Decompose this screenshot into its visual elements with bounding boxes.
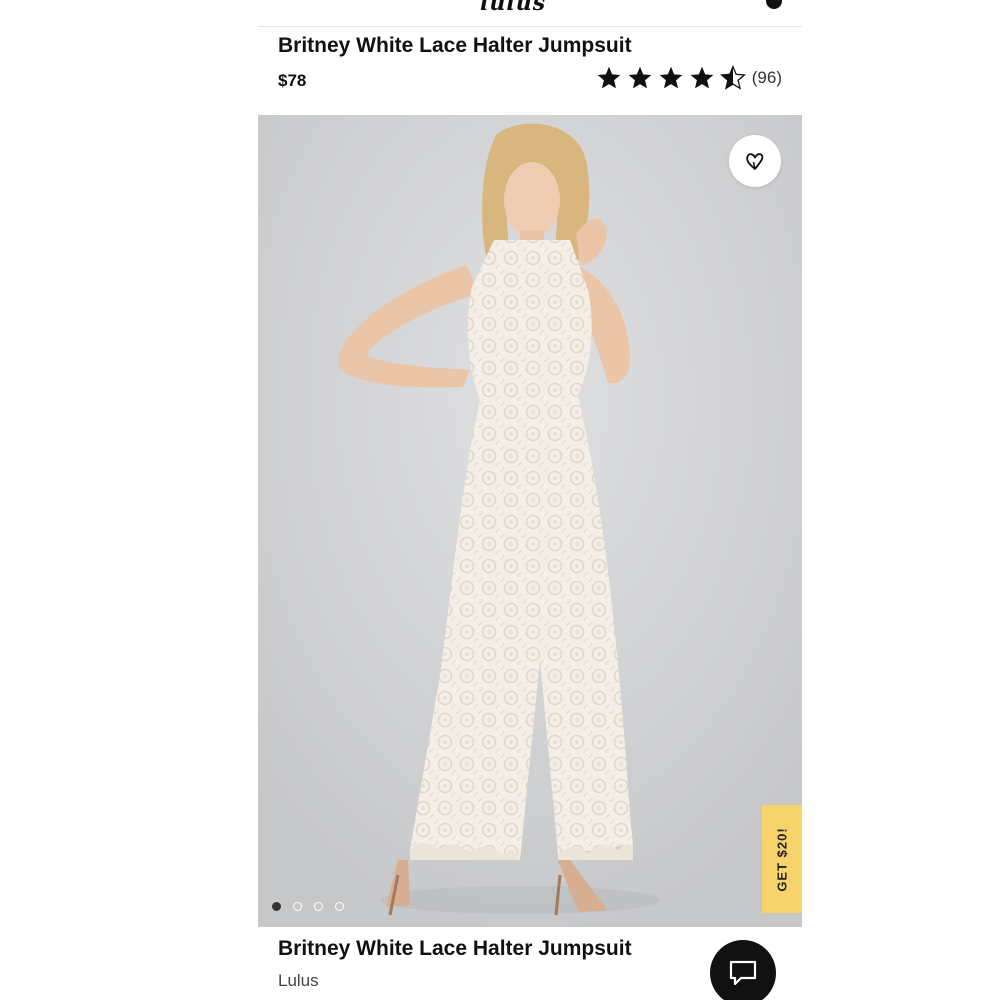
star-full-icon (690, 66, 714, 89)
product-page: lulus Britney White Lace Halter Jumpsuit… (0, 0, 1000, 1000)
promo-tab[interactable]: GET $20! (762, 805, 802, 913)
gallery-dot-2[interactable] (293, 902, 302, 911)
heart-icon (746, 153, 764, 170)
gallery-dot-3[interactable] (314, 902, 323, 911)
product-image-gallery[interactable]: GET $20! (258, 115, 802, 927)
product-title: Britney White Lace Halter Jumpsuit (278, 34, 632, 57)
star-half-icon (719, 65, 746, 90)
gallery-pagination (272, 902, 344, 911)
promo-label: GET $20! (774, 826, 790, 892)
site-logo[interactable]: lulus (480, 0, 546, 16)
product-card-brand: Lulus (278, 971, 319, 990)
product-header: Britney White Lace Halter Jumpsuit $78 (… (278, 30, 782, 100)
star-full-icon (597, 66, 621, 89)
chat-icon (729, 960, 757, 986)
wishlist-button[interactable] (729, 135, 781, 187)
review-count[interactable]: (96) (752, 68, 782, 88)
gallery-dot-4[interactable] (335, 902, 344, 911)
product-price: $78 (278, 71, 307, 90)
product-card-title[interactable]: Britney White Lace Halter Jumpsuit (278, 937, 632, 961)
chat-button[interactable] (710, 940, 776, 1000)
star-rating (596, 65, 746, 91)
star-full-icon (659, 66, 683, 89)
star-full-icon (628, 66, 652, 89)
account-icon[interactable] (766, 0, 782, 9)
gallery-dot-1[interactable] (272, 902, 281, 911)
rating-summary[interactable]: (96) (596, 65, 782, 91)
top-navigation-bar: lulus (258, 0, 802, 27)
product-photo (258, 115, 802, 927)
